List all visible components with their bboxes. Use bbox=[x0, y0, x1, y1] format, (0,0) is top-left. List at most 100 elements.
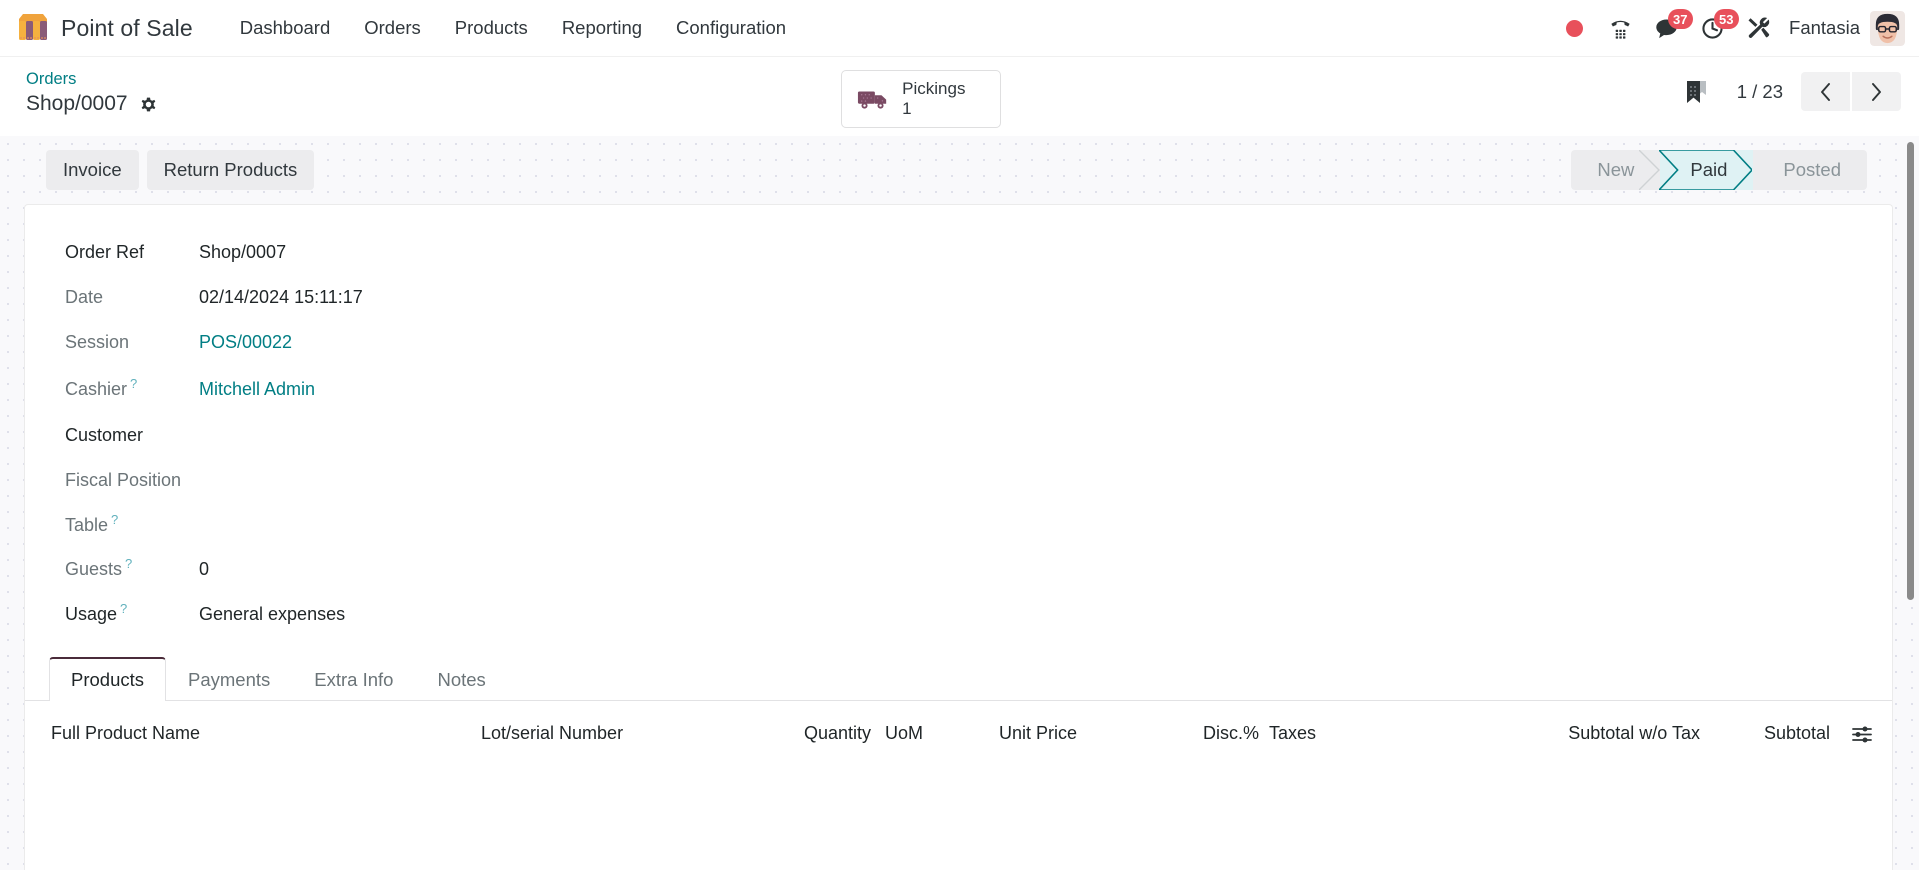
pager-buttons bbox=[1801, 72, 1901, 111]
field-value-cashier[interactable]: Mitchell Admin bbox=[199, 376, 315, 403]
column-header-taxes[interactable]: Taxes bbox=[1259, 723, 1510, 744]
column-header-uom[interactable]: UoM bbox=[871, 723, 991, 744]
truck-icon bbox=[858, 91, 887, 109]
user-menu-name[interactable]: Fantasia bbox=[1781, 17, 1870, 39]
gear-icon[interactable] bbox=[139, 95, 158, 114]
breadcrumb-current-row: Shop/0007 bbox=[26, 91, 158, 117]
help-tooltip-icon[interactable]: ? bbox=[130, 376, 137, 391]
field-value-order-ref[interactable]: Shop/0007 bbox=[199, 239, 286, 266]
status-step-new-label: New bbox=[1597, 159, 1635, 181]
brand-name[interactable]: Point of Sale bbox=[61, 15, 193, 42]
field-value-date[interactable]: 02/14/2024 15:11:17 bbox=[199, 284, 363, 311]
tools-wrench-icon bbox=[1748, 17, 1769, 38]
notebook-tabs: Products Payments Extra Info Notes bbox=[25, 656, 1892, 702]
order-fields-group: Order Ref Shop/0007 Date 02/14/2024 15:1… bbox=[25, 231, 1892, 644]
status-arrow-icon bbox=[1639, 150, 1661, 191]
navbar-systray: 37 53 Fantasia bbox=[1551, 7, 1905, 49]
field-label-cashier: Cashier? bbox=[65, 374, 199, 403]
field-label-table: Table? bbox=[65, 510, 199, 539]
field-label-cashier-text: Cashier bbox=[65, 379, 128, 400]
return-products-button[interactable]: Return Products bbox=[146, 150, 315, 191]
pager-previous-button[interactable] bbox=[1801, 72, 1850, 111]
help-tooltip-icon[interactable]: ? bbox=[120, 601, 127, 616]
top-navbar: Point of Sale Dashboard Orders Products … bbox=[0, 0, 1919, 57]
column-header-lot-serial-number[interactable]: Lot/serial Number bbox=[481, 723, 781, 744]
field-row-date: Date 02/14/2024 15:11:17 bbox=[65, 284, 1892, 329]
developer-tools-button[interactable] bbox=[1735, 7, 1781, 49]
tab-payments[interactable]: Payments bbox=[166, 657, 292, 701]
voip-button[interactable] bbox=[1597, 7, 1643, 49]
column-header-subtotal[interactable]: Subtotal bbox=[1700, 723, 1830, 744]
invoice-button[interactable]: Invoice bbox=[46, 150, 139, 191]
stat-buttons-area: Pickings 1 bbox=[158, 66, 1685, 129]
field-label-order-ref: Order Ref bbox=[65, 242, 145, 263]
status-step-paid[interactable]: Paid bbox=[1659, 150, 1754, 191]
pager-next-button[interactable] bbox=[1852, 72, 1901, 111]
field-value-customer[interactable] bbox=[199, 419, 399, 441]
field-value-table[interactable] bbox=[199, 509, 399, 531]
status-step-new[interactable]: New bbox=[1571, 150, 1661, 191]
breadcrumb-parent-orders[interactable]: Orders bbox=[26, 68, 158, 90]
phone-dialpad-icon bbox=[1610, 20, 1630, 39]
control-panel: Orders Shop/0007 Pickings 1 1 / 23 bbox=[0, 57, 1919, 137]
tab-extra-info[interactable]: Extra Info bbox=[292, 657, 415, 701]
tab-products[interactable]: Products bbox=[49, 657, 167, 702]
menu-item-reporting[interactable]: Reporting bbox=[545, 11, 659, 45]
field-value-guests[interactable]: 0 bbox=[199, 556, 209, 583]
column-header-subtotal-wo-tax[interactable]: Subtotal w/o Tax bbox=[1510, 723, 1700, 744]
vertical-scrollbar-thumb[interactable] bbox=[1907, 142, 1914, 601]
status-step-posted-label: Posted bbox=[1783, 159, 1841, 181]
pos-logo-icon[interactable] bbox=[16, 13, 50, 43]
menu-item-dashboard[interactable]: Dashboard bbox=[223, 11, 348, 45]
help-tooltip-icon[interactable]: ? bbox=[111, 512, 118, 527]
field-row-fiscal-position: Fiscal Position bbox=[65, 464, 1892, 509]
page-title: Shop/0007 bbox=[26, 92, 128, 116]
vertical-scrollbar-track[interactable] bbox=[1905, 140, 1916, 870]
menu-item-configuration[interactable]: Configuration bbox=[659, 11, 803, 45]
help-tooltip-icon[interactable]: ? bbox=[125, 556, 132, 571]
menu-item-orders[interactable]: Orders bbox=[347, 11, 438, 45]
field-label-customer: Customer bbox=[65, 425, 144, 446]
messages-button[interactable]: 37 bbox=[1643, 7, 1693, 49]
main-menu: Dashboard Orders Products Reporting Conf… bbox=[223, 11, 803, 45]
column-header-discount[interactable]: Disc.% bbox=[1181, 723, 1259, 744]
tab-notes[interactable]: Notes bbox=[415, 657, 507, 701]
order-lines-list: Full Product Name Lot/serial Number Quan… bbox=[25, 701, 1892, 754]
field-value-usage[interactable]: General expenses bbox=[199, 601, 345, 628]
field-label-guests-text: Guests bbox=[65, 559, 123, 580]
field-row-guests: Guests? 0 bbox=[65, 554, 1892, 599]
field-value-session[interactable]: POS/00022 bbox=[199, 329, 292, 356]
status-step-paid-label: Paid bbox=[1690, 159, 1728, 181]
control-panel-right: 1 / 23 bbox=[1685, 66, 1901, 111]
menu-item-products[interactable]: Products bbox=[438, 11, 545, 45]
field-label-session: Session bbox=[65, 332, 130, 353]
field-label-usage: Usage? bbox=[65, 599, 199, 628]
field-label-usage-text: Usage bbox=[65, 604, 118, 625]
sliders-icon[interactable] bbox=[1852, 725, 1872, 743]
chevron-right-icon bbox=[1872, 82, 1881, 101]
field-row-cashier: Cashier? Mitchell Admin bbox=[65, 374, 1892, 419]
bookmark-icon[interactable] bbox=[1685, 80, 1707, 104]
statusbar: Invoice Return Products New Paid Posted bbox=[24, 148, 1893, 204]
form-view-background: Invoice Return Products New Paid Posted bbox=[0, 136, 1919, 870]
field-label-fiscal-position: Fiscal Position bbox=[65, 470, 182, 491]
pickings-stat-label: Pickings bbox=[902, 79, 966, 98]
pager-value[interactable]: 1 / 23 bbox=[1737, 81, 1783, 103]
record-dot-icon bbox=[1565, 19, 1583, 37]
status-step-posted[interactable]: Posted bbox=[1753, 150, 1867, 190]
field-row-order-ref: Order Ref Shop/0007 bbox=[65, 239, 1892, 284]
field-value-fiscal-position[interactable] bbox=[199, 464, 399, 486]
pickings-stat-button[interactable]: Pickings 1 bbox=[841, 70, 1002, 129]
user-avatar-icon[interactable] bbox=[1870, 10, 1905, 46]
recording-indicator-button[interactable] bbox=[1551, 7, 1597, 49]
field-label-guests: Guests? bbox=[65, 554, 199, 583]
form-sheet: Order Ref Shop/0007 Date 02/14/2024 15:1… bbox=[24, 204, 1893, 870]
chevron-left-icon bbox=[1821, 82, 1830, 101]
breadcrumb: Orders Shop/0007 bbox=[26, 66, 158, 118]
activities-button[interactable]: 53 bbox=[1689, 7, 1739, 49]
column-header-quantity[interactable]: Quantity bbox=[781, 723, 871, 744]
field-row-table: Table? bbox=[65, 509, 1892, 554]
pickings-stat-text: Pickings 1 bbox=[902, 79, 965, 119]
column-header-unit-price[interactable]: Unit Price bbox=[991, 723, 1181, 744]
column-header-full-product-name[interactable]: Full Product Name bbox=[51, 723, 481, 744]
